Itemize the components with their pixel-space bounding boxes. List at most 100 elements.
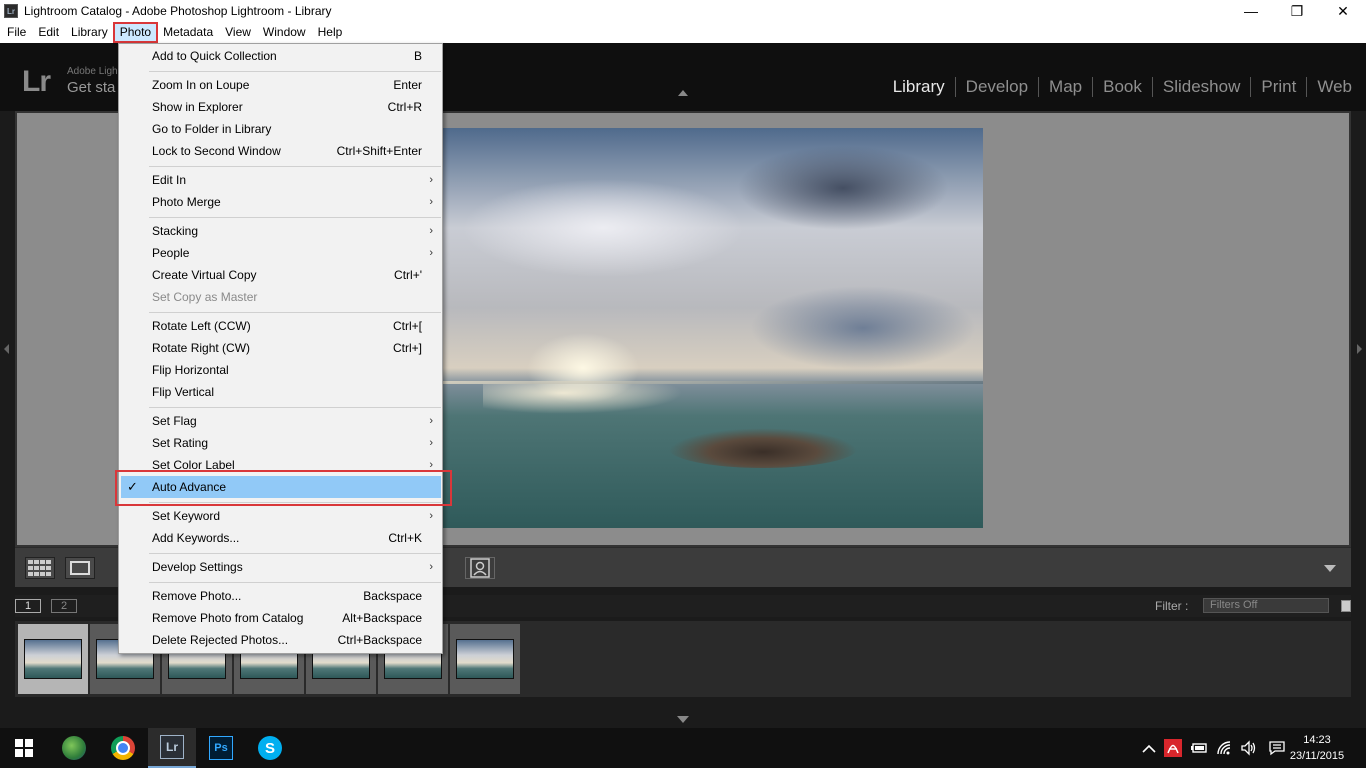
menu-item-flip-horizontal[interactable]: Flip Horizontal [121,359,441,381]
menu-metadata[interactable]: Metadata [157,23,219,42]
menu-photo[interactable]: Photo [112,22,159,43]
adobe-label: Adobe Ligh [67,66,118,77]
close-button[interactable]: ✕ [1320,0,1366,22]
menu-view[interactable]: View [219,23,257,42]
second-window-button[interactable]: 2 [51,599,77,613]
windows-start-icon [15,739,33,757]
filmstrip-thumb[interactable] [450,624,520,694]
menu-separator [149,312,441,313]
filter-label: Filter : [1155,599,1189,613]
acrobat-tray-icon[interactable] [1164,739,1182,757]
menu-separator [149,553,441,554]
thumbnail-image [456,639,514,679]
menu-separator [149,217,441,218]
filter-preset-select[interactable]: Filters Off [1203,598,1329,613]
module-develop[interactable]: Develop [956,77,1038,97]
lightroom-app-icon: Lr [4,4,18,18]
taskbar-globe[interactable] [50,728,98,768]
module-book[interactable]: Book [1093,77,1152,97]
lightroom-icon: Lr [160,735,184,759]
menu-item-rotate-left[interactable]: Rotate Left (CCW) Ctrl+[ [121,315,441,337]
show-hidden-icons-icon[interactable] [1142,743,1156,753]
right-panel-toggle-icon[interactable] [1357,344,1362,354]
restore-button[interactable]: ❐ [1274,0,1320,22]
collapse-filmstrip-icon[interactable] [677,716,689,723]
clock-date: 23/11/2015 [1289,750,1345,762]
menu-item-rotate-right[interactable]: Rotate Right (CW) Ctrl+] [121,337,441,359]
menu-item-go-to-folder[interactable]: Go to Folder in Library [121,118,441,140]
taskbar-clock[interactable]: 14:23 23/11/2015 [1286,732,1348,764]
menu-item-edit-in[interactable]: Edit In › [121,169,441,191]
photoshop-icon: Ps [209,736,233,760]
loupe-photo[interactable] [443,128,983,528]
taskbar-chrome[interactable] [99,728,147,768]
submenu-arrow-icon: › [429,437,433,449]
battery-icon[interactable] [1190,741,1208,755]
menu-item-delete-rejected-photos[interactable]: Delete Rejected Photos... Ctrl+Backspace [121,629,441,651]
toolbar-content-dropdown-icon[interactable] [1324,565,1336,572]
menu-library[interactable]: Library [65,23,114,42]
menu-item-set-copy-as-master: Set Copy as Master [152,290,258,304]
start-button[interactable] [0,728,48,768]
skype-icon: S [258,736,282,760]
menu-item-photo-merge[interactable]: Photo Merge › [121,191,441,213]
submenu-arrow-icon: › [429,225,433,237]
menu-item-remove-photo[interactable]: Remove Photo... Backspace [121,585,441,607]
volume-icon[interactable] [1240,740,1258,756]
minimize-button[interactable]: — [1228,0,1274,22]
menu-item-create-virtual-copy[interactable]: Create Virtual Copy Ctrl+' [121,264,441,286]
menu-item-zoom-in-on-loupe[interactable]: Zoom In on Loupe Enter [121,74,441,96]
filter-lock-icon[interactable] [1341,600,1351,612]
get-started-label[interactable]: Get sta [67,79,115,96]
submenu-arrow-icon: › [429,174,433,186]
clock-time: 14:23 [1303,734,1331,746]
menu-item-stacking[interactable]: Stacking › [121,220,441,242]
taskbar-lightroom[interactable]: Lr [148,728,196,768]
taskbar-photoshop[interactable]: Ps [197,728,245,768]
menu-item-flip-vertical[interactable]: Flip Vertical [121,381,441,403]
menu-item-show-in-explorer[interactable]: Show in Explorer Ctrl+R [121,96,441,118]
submenu-arrow-icon: › [429,247,433,259]
module-print[interactable]: Print [1251,77,1306,97]
submenu-arrow-icon: › [429,561,433,573]
taskbar-skype[interactable]: S [246,728,294,768]
loupe-view-icon[interactable] [65,557,95,579]
people-view-icon[interactable] [465,557,495,579]
chrome-icon [111,736,135,760]
module-web[interactable]: Web [1307,77,1362,97]
auto-advance-highlight-box [115,470,452,506]
menu-item-develop-settings[interactable]: Develop Settings › [121,556,441,578]
menu-item-set-rating[interactable]: Set Rating › [121,432,441,454]
submenu-arrow-icon: › [429,510,433,522]
photo-island [668,428,858,468]
menu-item-people[interactable]: People › [121,242,441,264]
grid-view-icon[interactable] [25,557,55,579]
filmstrip-thumb[interactable] [18,624,88,694]
module-slideshow[interactable]: Slideshow [1153,77,1251,97]
left-panel-toggle-icon[interactable] [4,344,9,354]
wifi-icon[interactable] [1216,740,1234,756]
collapse-top-panel-icon[interactable] [678,90,688,96]
module-map[interactable]: Map [1039,77,1092,97]
menu-item-set-flag[interactable]: Set Flag › [121,410,441,432]
menu-help[interactable]: Help [312,23,349,42]
menu-item-lock-to-second-window[interactable]: Lock to Second Window Ctrl+Shift+Enter [121,140,441,162]
menu-separator [149,407,441,408]
submenu-arrow-icon: › [429,196,433,208]
menu-item-remove-photo-from-catalog[interactable]: Remove Photo from Catalog Alt+Backspace [121,607,441,629]
menu-edit[interactable]: Edit [32,23,65,42]
menu-window[interactable]: Window [257,23,312,42]
module-picker: Library Develop Map Book Slideshow Print… [883,77,1362,97]
action-center-icon[interactable] [1268,740,1286,756]
menu-item-add-keywords[interactable]: Add Keywords... Ctrl+K [121,527,441,549]
module-library[interactable]: Library [883,77,955,97]
taskbar: Lr Ps S 14:23 23/11/2015 [0,728,1366,768]
lr-logo: Lr [22,65,51,98]
menu-item-add-to-quick-collection[interactable]: Add to Quick Collection B [121,45,441,67]
menu-separator [149,71,441,72]
menu-item-set-keyword[interactable]: Set Keyword › [121,505,441,527]
main-window-button[interactable]: 1 [15,599,41,613]
menu-bar: File Edit Library Photo Metadata View Wi… [0,22,1366,43]
submenu-arrow-icon: › [429,415,433,427]
menu-file[interactable]: File [1,23,32,42]
